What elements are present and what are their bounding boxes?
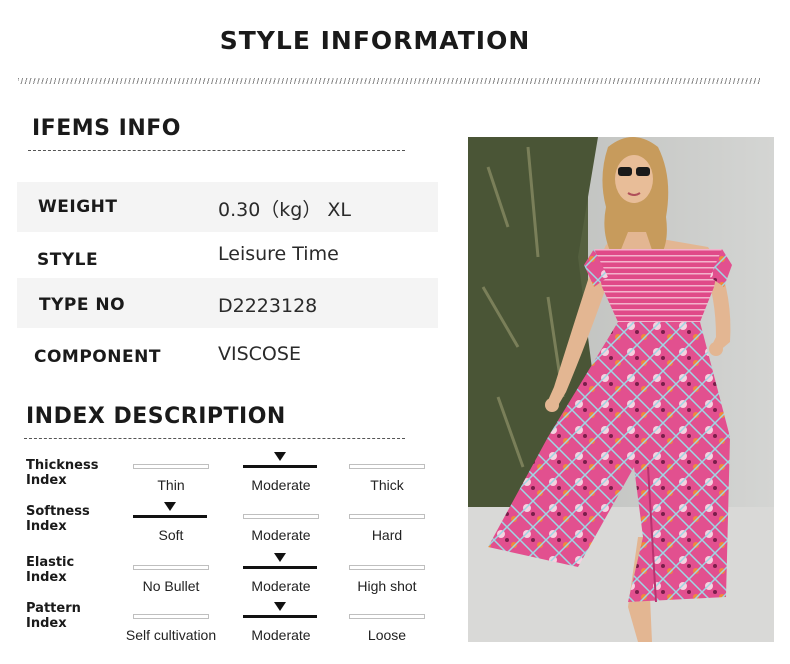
page-title: STYLE INFORMATION	[219, 26, 531, 55]
index-label-line2: Index	[26, 570, 67, 585]
info-label: STYLE	[37, 250, 99, 270]
info-row-weight: WEIGHT 0.30（kg） XL	[17, 182, 438, 232]
index-label-thickness: Thickness Index	[26, 458, 126, 488]
option-label: Moderate	[251, 578, 311, 594]
model-dress-illustration	[468, 137, 774, 642]
info-value: 0.30（kg） XL	[218, 199, 352, 221]
index-label-line2: Index	[26, 473, 67, 488]
option-label: Moderate	[251, 477, 311, 493]
items-info-title: IFEMS INFO	[32, 116, 181, 141]
scale-bar	[243, 566, 317, 569]
index-label-line1: Pattern	[26, 601, 81, 616]
selected-triangle-icon	[274, 553, 286, 562]
scale-bar	[243, 465, 317, 468]
option-label: Moderate	[251, 627, 311, 643]
option-label: No Bullet	[142, 578, 200, 594]
info-label: TYPE NO	[39, 295, 126, 315]
scale-bar	[349, 514, 425, 519]
option-label: Thick	[370, 477, 404, 493]
index-label-line1: Thickness	[26, 458, 99, 473]
scale-bar	[133, 565, 209, 570]
index-label-line2: Index	[26, 616, 67, 631]
scale-bar	[243, 615, 317, 618]
index-label-elastic: Elastic Index	[26, 555, 126, 585]
selected-triangle-icon	[274, 452, 286, 461]
scale-bar	[349, 464, 425, 469]
info-value: Leisure Time	[218, 243, 339, 265]
option-label: Self cultivation	[125, 627, 217, 643]
option-label: Moderate	[251, 527, 311, 543]
scale-bar	[349, 565, 425, 570]
info-row-type-no: TYPE NO D2223128	[17, 278, 438, 328]
scale-bar	[243, 514, 319, 519]
index-description-divider	[24, 438, 405, 439]
option-label: High shot	[357, 578, 417, 594]
index-description-title: INDEX DESCRIPTION	[26, 404, 286, 429]
option-label: Thin	[157, 477, 185, 493]
info-value: VISCOSE	[218, 343, 301, 365]
scale-bar	[133, 464, 209, 469]
index-label-pattern: Pattern Index	[26, 601, 126, 631]
option-label: Soft	[158, 527, 184, 543]
scale-bar	[133, 515, 207, 518]
info-value: D2223128	[218, 295, 318, 317]
info-row-component: COMPONENT VISCOSE	[17, 330, 438, 380]
index-label-line2: Index	[26, 519, 67, 534]
info-row-style: STYLE Leisure Time	[17, 232, 438, 282]
option-label: Loose	[367, 627, 407, 643]
scale-bar	[349, 614, 425, 619]
info-label: WEIGHT	[38, 197, 118, 217]
info-label: COMPONENT	[34, 347, 161, 367]
items-info-divider	[28, 150, 405, 151]
selected-triangle-icon	[274, 602, 286, 611]
index-label-softness: Softness Index	[26, 504, 126, 534]
product-info-page: STYLE INFORMATION IFEMS INFO WEIGHT 0.30…	[0, 0, 790, 664]
option-label: Hard	[371, 527, 403, 543]
index-label-line1: Elastic	[26, 555, 75, 570]
selected-triangle-icon	[164, 502, 176, 511]
index-label-line1: Softness	[26, 504, 90, 519]
product-photo	[468, 137, 774, 642]
scale-bar	[133, 614, 209, 619]
title-divider	[18, 78, 762, 84]
